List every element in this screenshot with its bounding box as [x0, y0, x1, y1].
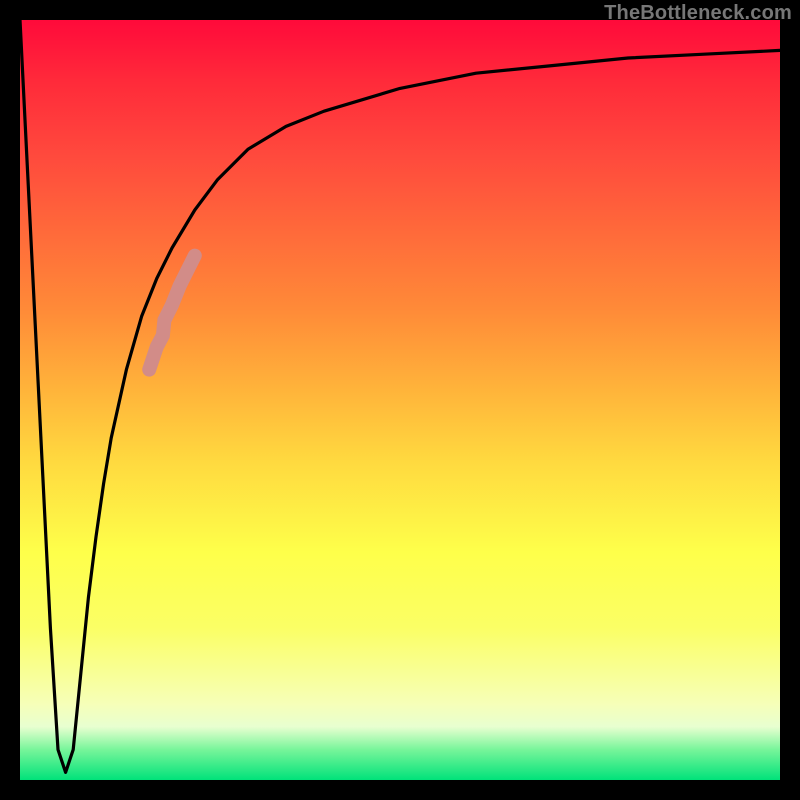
bottleneck-curve [20, 20, 780, 772]
watermark-text: TheBottleneck.com [604, 2, 792, 25]
chart-frame: TheBottleneck.com [0, 0, 800, 800]
plot-area [20, 20, 780, 780]
chart-svg [20, 20, 780, 780]
highlighted-range [149, 256, 195, 370]
